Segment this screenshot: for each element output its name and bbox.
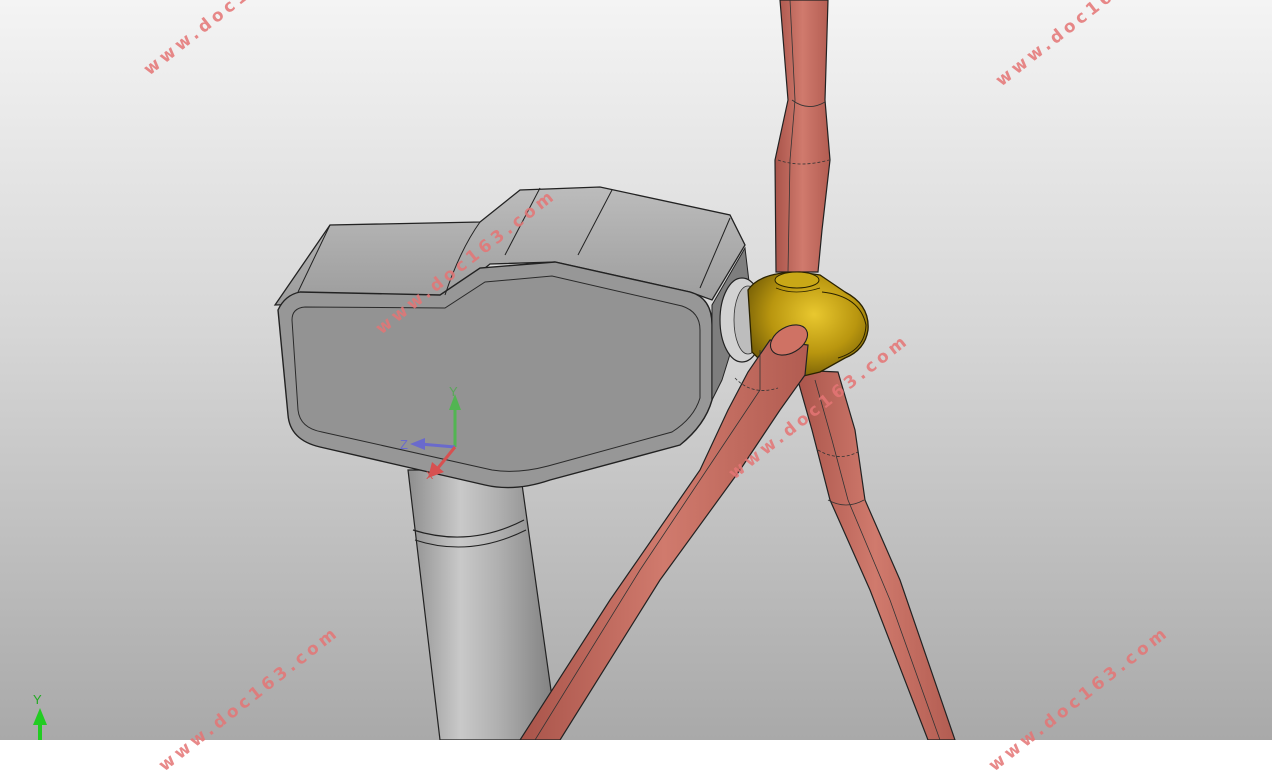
corner-triad: [33, 708, 47, 740]
corner-triad-y-label: Y: [33, 692, 42, 707]
blade-top[interactable]: [774, 0, 831, 273]
3d-viewport[interactable]: Y Z X Y www.doc163.com www.doc163.com ww…: [0, 0, 1272, 776]
blade-lower-right[interactable]: [794, 369, 956, 740]
tower[interactable]: [407, 469, 559, 740]
triad-z-label: Z: [400, 437, 408, 452]
triad-y-label: Y: [449, 384, 458, 399]
cad-model-scene: [33, 0, 956, 740]
triad-x-label: X: [426, 470, 434, 482]
